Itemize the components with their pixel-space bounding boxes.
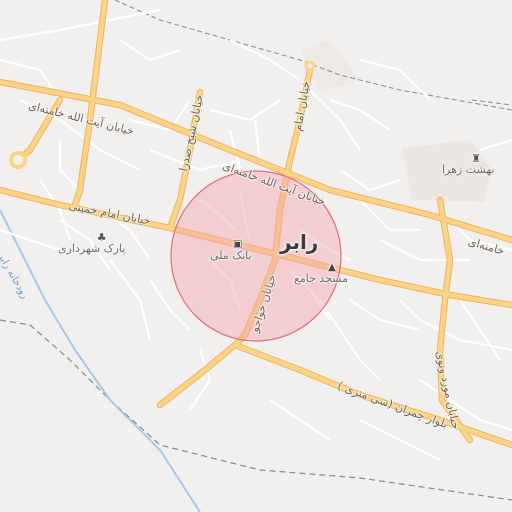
- boundary-line: [0, 319, 512, 501]
- poi-bank[interactable]: ▣ بانک ملی: [210, 240, 252, 262]
- poi-mosque[interactable]: ▲ مسجد جامع: [294, 263, 348, 285]
- map-layer: [0, 0, 512, 512]
- poi-park[interactable]: ♣ پارک شهرداری: [58, 232, 125, 254]
- map-canvas[interactable]: خیابان آیت الله خامنه‌ای خیابان آیت الله…: [0, 0, 512, 512]
- poi-mosque-label: مسجد جامع: [294, 272, 348, 285]
- poi-cemetery-label: بهشت زهرا: [442, 163, 495, 176]
- roundabout: [9, 151, 27, 169]
- poi-cemetery[interactable]: ♜ بهشت زهرا: [442, 153, 494, 175]
- poi-bank-label: بانک ملی: [210, 249, 252, 262]
- poi-park-label: پارک شهرداری: [58, 242, 126, 255]
- city-label[interactable]: رابر: [280, 232, 318, 252]
- roundabout-small: [304, 60, 316, 72]
